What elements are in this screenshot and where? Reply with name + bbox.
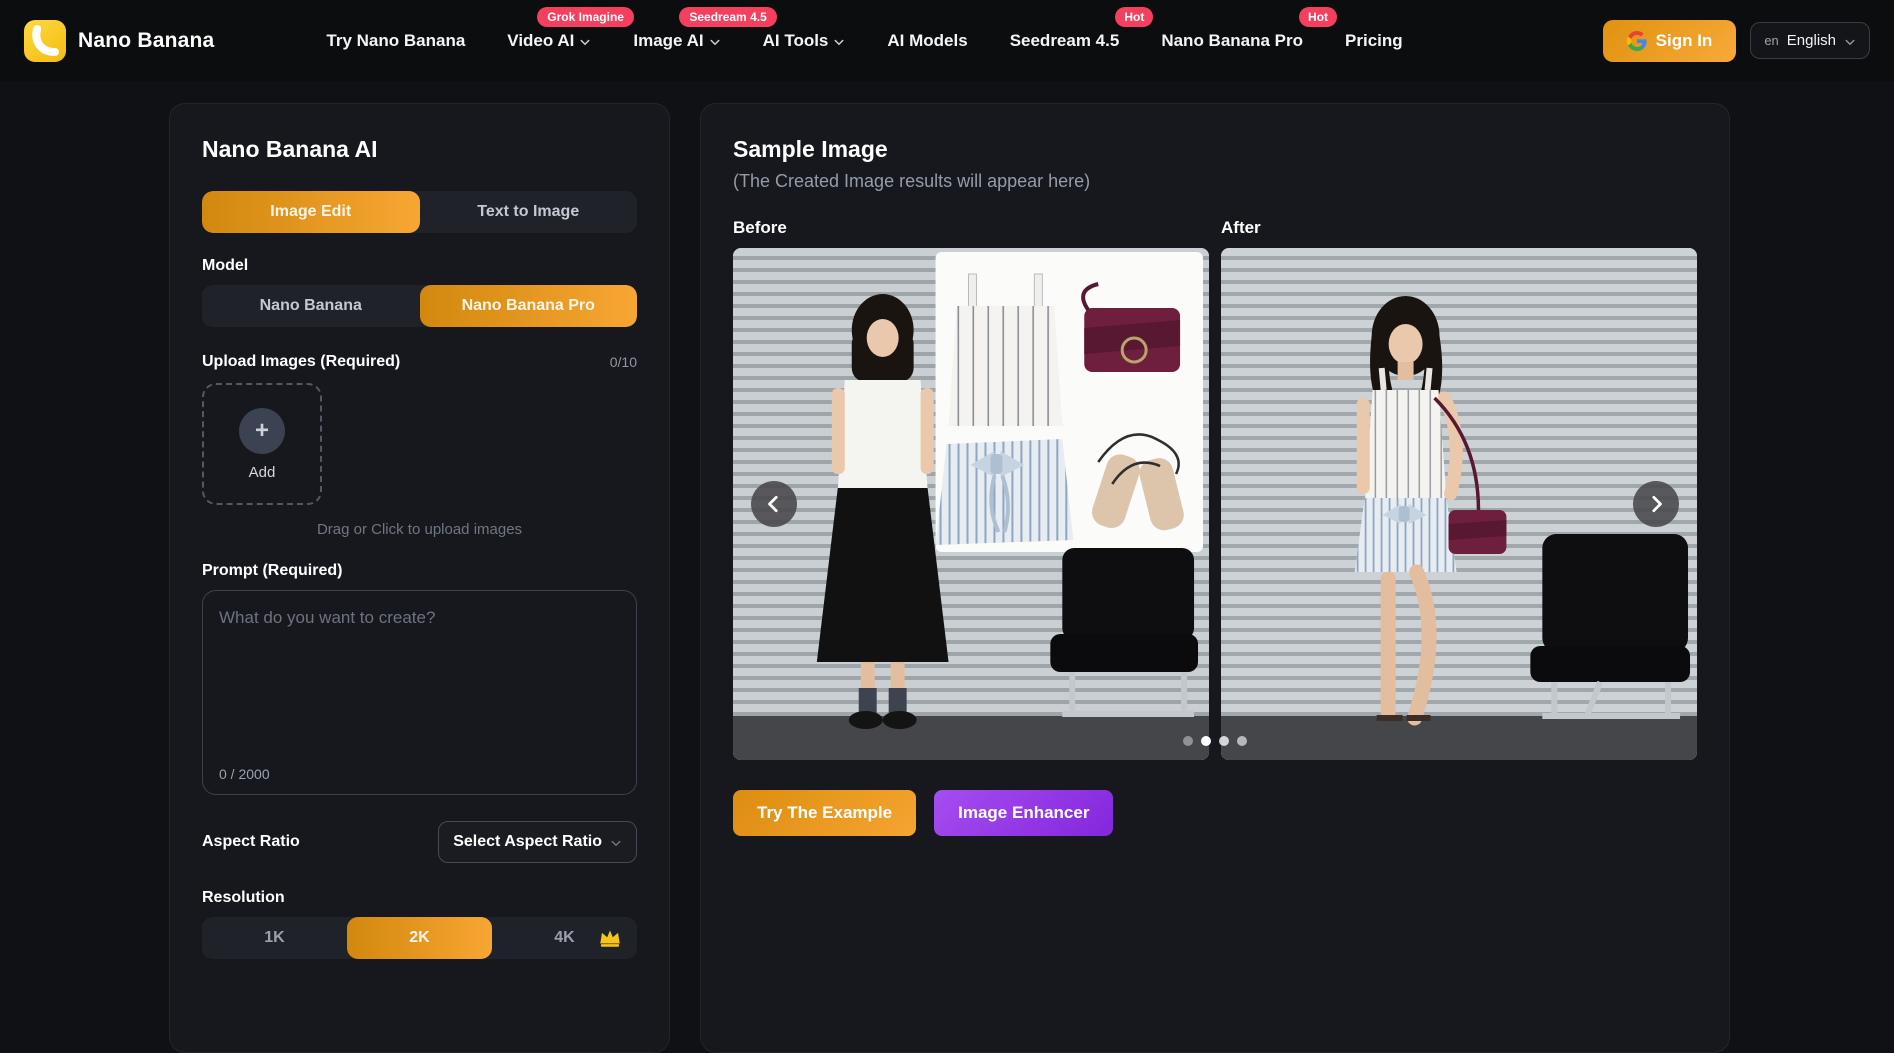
before-after-carousel xyxy=(733,248,1697,760)
nav-ai-models[interactable]: AI Models xyxy=(887,31,967,51)
hot-badge: Hot xyxy=(1115,7,1153,27)
upload-hint: Drag or Click to upload images xyxy=(202,521,637,538)
upload-label: Upload Images (Required) xyxy=(202,353,400,371)
sample-panel: Sample Image (The Created Image results … xyxy=(700,103,1730,1053)
resolution-label: Resolution xyxy=(202,889,637,907)
nav-seedream-45[interactable]: Hot Seedream 4.5 xyxy=(1010,31,1120,51)
banana-logo-icon xyxy=(24,20,66,62)
model-option-nano-banana[interactable]: Nano Banana xyxy=(202,285,420,327)
prompt-box: 0 / 2000 xyxy=(202,590,637,795)
nav-image-ai[interactable]: Seedream 4.5 Image AI xyxy=(633,31,720,51)
language-selector[interactable]: en English xyxy=(1750,22,1870,59)
plus-icon: + xyxy=(239,408,285,454)
after-image xyxy=(1221,248,1697,760)
nav-pricing[interactable]: Pricing xyxy=(1345,31,1403,51)
carousel-dot[interactable] xyxy=(1183,736,1193,746)
carousel-next-button[interactable] xyxy=(1633,481,1679,527)
resolution-2k[interactable]: 2K xyxy=(347,917,492,959)
prompt-input[interactable] xyxy=(203,591,636,751)
mode-tabs: Image Edit Text to Image xyxy=(202,191,637,233)
before-image xyxy=(733,248,1209,760)
chevron-left-icon xyxy=(765,495,783,513)
tab-image-edit[interactable]: Image Edit xyxy=(202,191,420,233)
generator-panel: Nano Banana AI Image Edit Text to Image … xyxy=(169,103,670,1053)
top-navbar: Nano Banana Try Nano Banana Grok Imagine… xyxy=(0,0,1894,81)
grok-imagine-badge: Grok Imagine xyxy=(537,7,634,27)
resolution-1k[interactable]: 1K xyxy=(202,917,347,959)
brand-name: Nano Banana xyxy=(78,29,214,53)
tab-text-to-image[interactable]: Text to Image xyxy=(420,191,638,233)
model-option-nano-banana-pro[interactable]: Nano Banana Pro xyxy=(420,285,638,327)
panel-title: Nano Banana AI xyxy=(202,136,637,163)
nav-ai-tools[interactable]: AI Tools xyxy=(763,31,846,51)
model-label: Model xyxy=(202,257,637,275)
after-label: After xyxy=(1221,218,1697,238)
add-label: Add xyxy=(249,464,276,481)
seedream-badge: Seedream 4.5 xyxy=(679,7,776,27)
hot-badge: Hot xyxy=(1299,7,1337,27)
image-enhancer-button[interactable]: Image Enhancer xyxy=(934,790,1113,836)
upload-counter: 0/10 xyxy=(610,354,637,370)
carousel-dots xyxy=(1183,736,1247,746)
aspect-ratio-select[interactable]: Select Aspect Ratio xyxy=(438,821,637,863)
nav-try-nano-banana[interactable]: Try Nano Banana xyxy=(326,31,465,51)
main-nav: Try Nano Banana Grok Imagine Video AI Se… xyxy=(326,31,1402,51)
chevron-down-icon xyxy=(833,36,845,48)
brand[interactable]: Nano Banana xyxy=(24,20,214,62)
aspect-ratio-label: Aspect Ratio xyxy=(202,833,300,851)
before-label: Before xyxy=(733,218,1209,238)
nav-nano-banana-pro[interactable]: Hot Nano Banana Pro xyxy=(1161,31,1303,51)
chevron-right-icon xyxy=(1647,495,1665,513)
prompt-counter: 0 / 2000 xyxy=(219,766,270,782)
try-example-button[interactable]: Try The Example xyxy=(733,790,916,836)
sample-title: Sample Image xyxy=(733,136,1697,163)
sample-subtitle: (The Created Image results will appear h… xyxy=(733,171,1697,192)
google-icon xyxy=(1627,31,1647,51)
carousel-prev-button[interactable] xyxy=(751,481,797,527)
upload-dropzone[interactable]: + Add xyxy=(202,383,322,505)
model-toggle: Nano Banana Nano Banana Pro xyxy=(202,285,637,327)
chevron-down-icon xyxy=(709,36,721,48)
language-label: English xyxy=(1787,32,1836,49)
crown-icon xyxy=(597,924,623,950)
carousel-dot[interactable] xyxy=(1237,736,1247,746)
prompt-label: Prompt (Required) xyxy=(202,562,637,580)
resolution-toggle: 1K 2K 4K xyxy=(202,917,637,959)
nav-video-ai[interactable]: Grok Imagine Video AI xyxy=(507,31,591,51)
chevron-down-icon xyxy=(1844,36,1856,48)
carousel-dot[interactable] xyxy=(1219,736,1229,746)
carousel-dot-active[interactable] xyxy=(1201,736,1211,746)
sign-in-button[interactable]: Sign In xyxy=(1603,20,1737,62)
chevron-down-icon xyxy=(610,837,622,849)
language-code: en xyxy=(1764,33,1778,48)
chevron-down-icon xyxy=(579,36,591,48)
